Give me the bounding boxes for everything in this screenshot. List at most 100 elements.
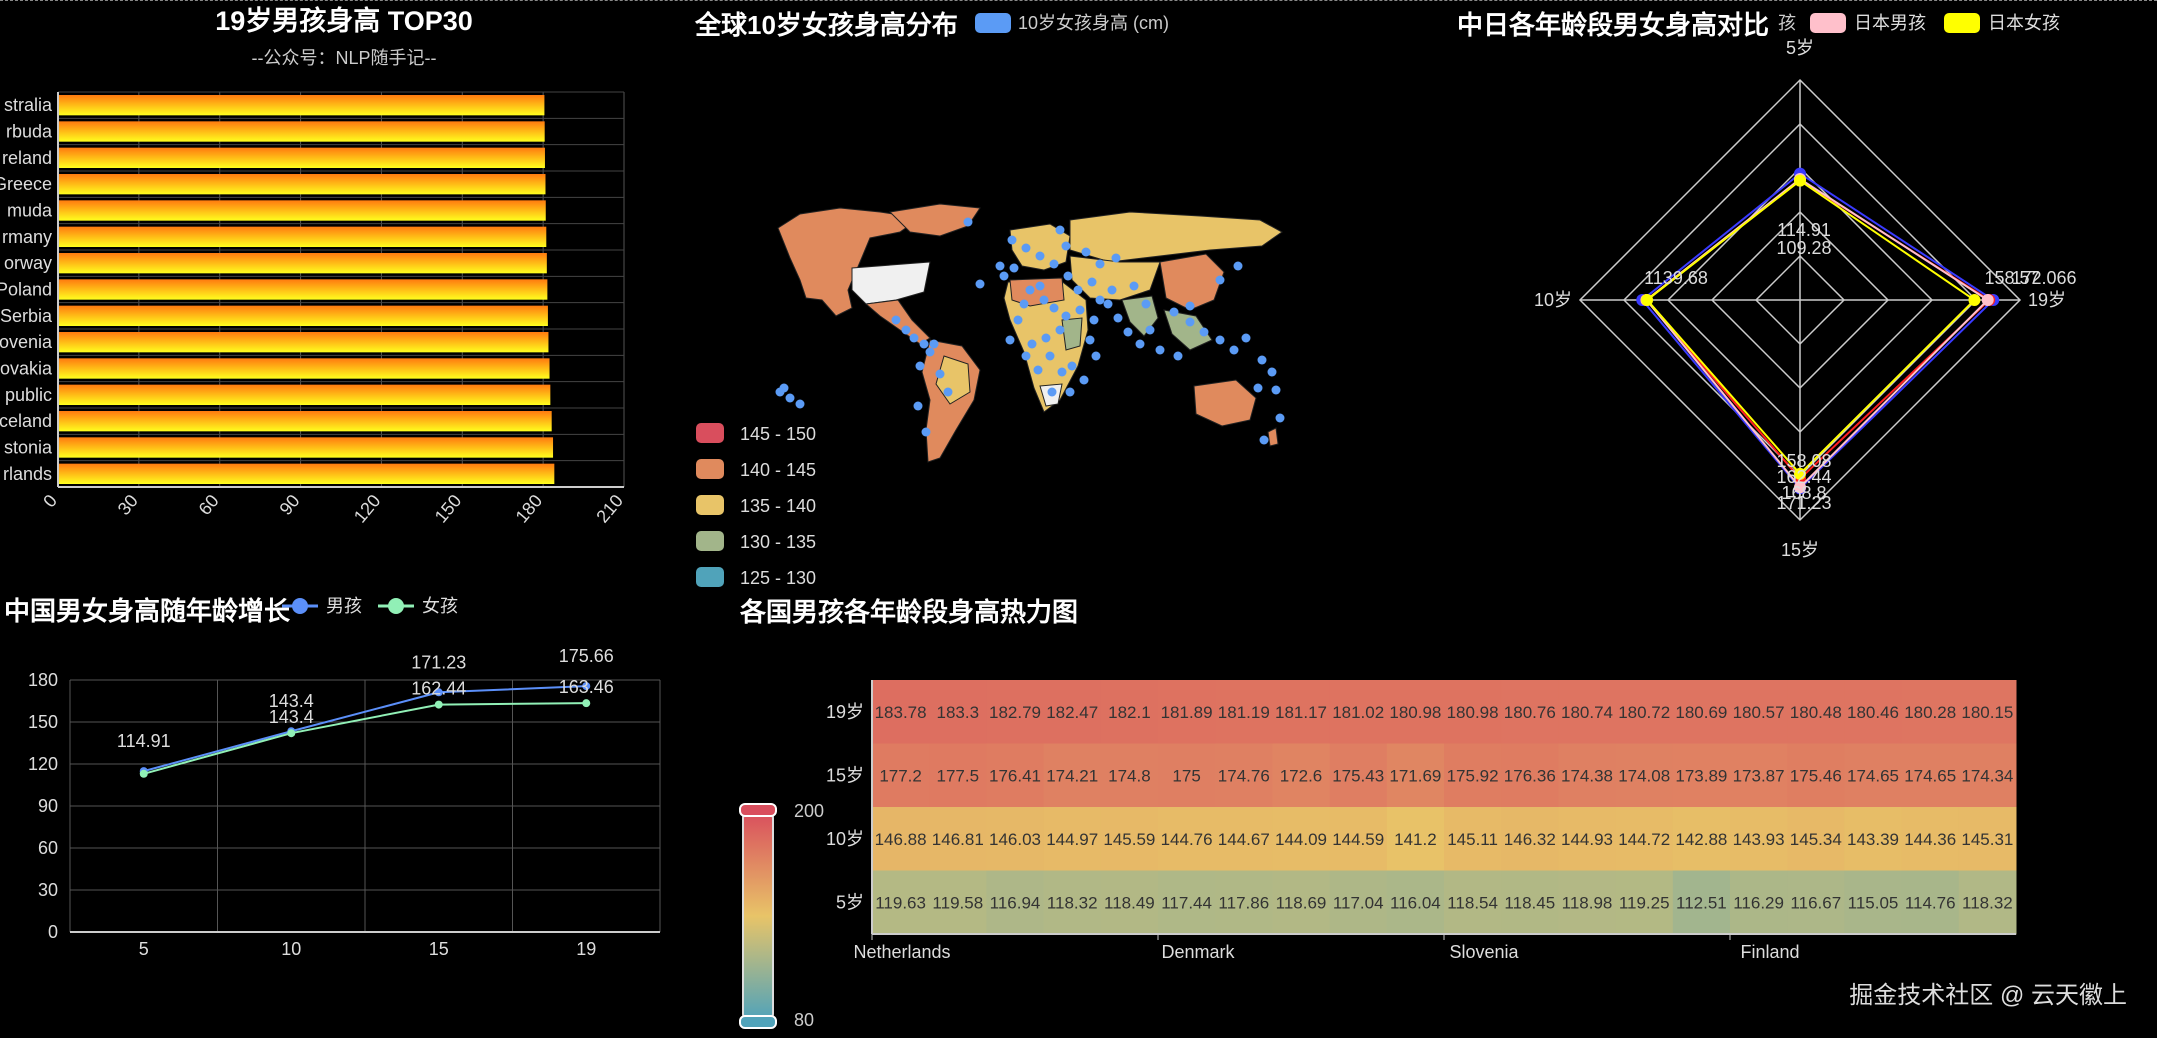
map-point[interactable]: [1089, 315, 1099, 325]
map-point[interactable]: [1047, 387, 1057, 397]
radar-point[interactable]: [1794, 174, 1806, 187]
map-point[interactable]: [1267, 367, 1277, 377]
map-visual-map-swatch[interactable]: [696, 459, 724, 479]
map-point[interactable]: [1169, 307, 1179, 317]
map-point[interactable]: [1021, 351, 1031, 361]
map-point[interactable]: [1057, 367, 1067, 377]
map-point[interactable]: [1253, 383, 1263, 393]
map-point[interactable]: [1073, 285, 1083, 295]
radar-point[interactable]: [1981, 294, 1994, 306]
map-visual-map-swatch[interactable]: [696, 531, 724, 551]
map-region-usa[interactable]: [851, 261, 931, 305]
map-point[interactable]: [929, 339, 939, 349]
map-point[interactable]: [1091, 351, 1101, 361]
map-point[interactable]: [1055, 225, 1065, 235]
map-point[interactable]: [1081, 247, 1091, 257]
map-point[interactable]: [901, 325, 911, 335]
bar[interactable]: [59, 358, 550, 379]
map-point[interactable]: [1049, 259, 1059, 269]
line-point[interactable]: [434, 700, 443, 709]
map-point[interactable]: [913, 401, 923, 411]
map-visual-map-swatch[interactable]: [696, 495, 724, 515]
bar[interactable]: [59, 226, 547, 247]
map-point[interactable]: [1009, 263, 1019, 273]
map-point[interactable]: [1113, 313, 1123, 323]
map-point[interactable]: [1035, 281, 1045, 291]
map-point[interactable]: [1135, 339, 1145, 349]
bar[interactable]: [59, 279, 548, 300]
map-region-china[interactable]: [1159, 253, 1225, 311]
map-point[interactable]: [921, 427, 931, 437]
map-point[interactable]: [1241, 333, 1251, 343]
bar[interactable]: [59, 147, 545, 168]
map-point[interactable]: [1087, 277, 1097, 287]
map-point[interactable]: [1045, 351, 1055, 361]
map-point[interactable]: [1013, 315, 1023, 325]
map-point[interactable]: [943, 387, 953, 397]
bar[interactable]: [59, 463, 555, 484]
map-point[interactable]: [891, 315, 901, 325]
map-point[interactable]: [1123, 327, 1133, 337]
map-point[interactable]: [1055, 325, 1065, 335]
line-legend-marker[interactable]: [388, 598, 404, 614]
heatmap-visual-map-handle-top[interactable]: [739, 803, 777, 817]
line-point[interactable]: [287, 729, 296, 738]
radar-legend-swatch[interactable]: [1810, 13, 1846, 33]
map-point[interactable]: [1095, 259, 1105, 269]
map-point[interactable]: [1041, 333, 1051, 343]
map-point[interactable]: [1271, 385, 1281, 395]
map-point[interactable]: [1229, 345, 1239, 355]
map-point[interactable]: [1033, 365, 1043, 375]
map-point[interactable]: [1095, 295, 1105, 305]
map-point[interactable]: [935, 369, 945, 379]
heatmap-visual-map-bar[interactable]: [742, 811, 774, 1021]
map-point[interactable]: [975, 279, 985, 289]
radar-legend-swatch[interactable]: [1944, 13, 1980, 33]
map-point[interactable]: [1019, 299, 1029, 309]
map-point[interactable]: [1129, 281, 1139, 291]
map-point[interactable]: [1035, 251, 1045, 261]
map-point[interactable]: [1049, 303, 1059, 313]
map-point[interactable]: [995, 261, 1005, 271]
map-point[interactable]: [1007, 235, 1017, 245]
map-point[interactable]: [1025, 285, 1035, 295]
map-region-east-africa[interactable]: [1061, 317, 1083, 351]
map-point[interactable]: [1185, 317, 1195, 327]
map-point[interactable]: [963, 217, 973, 227]
map-point[interactable]: [1061, 311, 1071, 321]
line-point[interactable]: [582, 699, 591, 708]
map-point[interactable]: [785, 393, 795, 403]
map-point[interactable]: [1173, 351, 1183, 361]
map-point[interactable]: [1079, 375, 1089, 385]
heatmap-visual-map-handle-bottom[interactable]: [739, 1015, 777, 1029]
map-region-russia[interactable]: [1069, 211, 1283, 263]
map-region-north-america[interactable]: [777, 207, 922, 317]
map-point[interactable]: [1141, 299, 1151, 309]
bar[interactable]: [59, 384, 551, 405]
map-point[interactable]: [1063, 271, 1073, 281]
map-visual-map-swatch[interactable]: [696, 423, 724, 443]
map-point[interactable]: [1061, 241, 1071, 251]
map-point[interactable]: [1111, 253, 1121, 263]
map-point[interactable]: [1005, 335, 1015, 345]
map-region-australia[interactable]: [1193, 379, 1257, 427]
bar[interactable]: [59, 174, 546, 195]
map-point[interactable]: [1215, 335, 1225, 345]
map-point[interactable]: [1021, 243, 1031, 253]
map-point[interactable]: [1215, 275, 1225, 285]
map-legend-swatch[interactable]: [975, 13, 1011, 33]
map-point[interactable]: [999, 271, 1009, 281]
map-point[interactable]: [1075, 305, 1085, 315]
bar[interactable]: [59, 305, 548, 326]
map-point[interactable]: [919, 339, 929, 349]
map-point[interactable]: [775, 387, 785, 397]
map-visual-map-swatch[interactable]: [696, 567, 724, 587]
map-point[interactable]: [1199, 327, 1209, 337]
map-region-central-asia[interactable]: [1069, 255, 1161, 301]
radar-point[interactable]: [1968, 294, 1981, 306]
map-point[interactable]: [795, 399, 805, 409]
map-region-north-africa[interactable]: [1009, 277, 1065, 307]
map-point[interactable]: [1233, 261, 1243, 271]
radar-point[interactable]: [1641, 294, 1654, 306]
bar[interactable]: [59, 253, 547, 274]
